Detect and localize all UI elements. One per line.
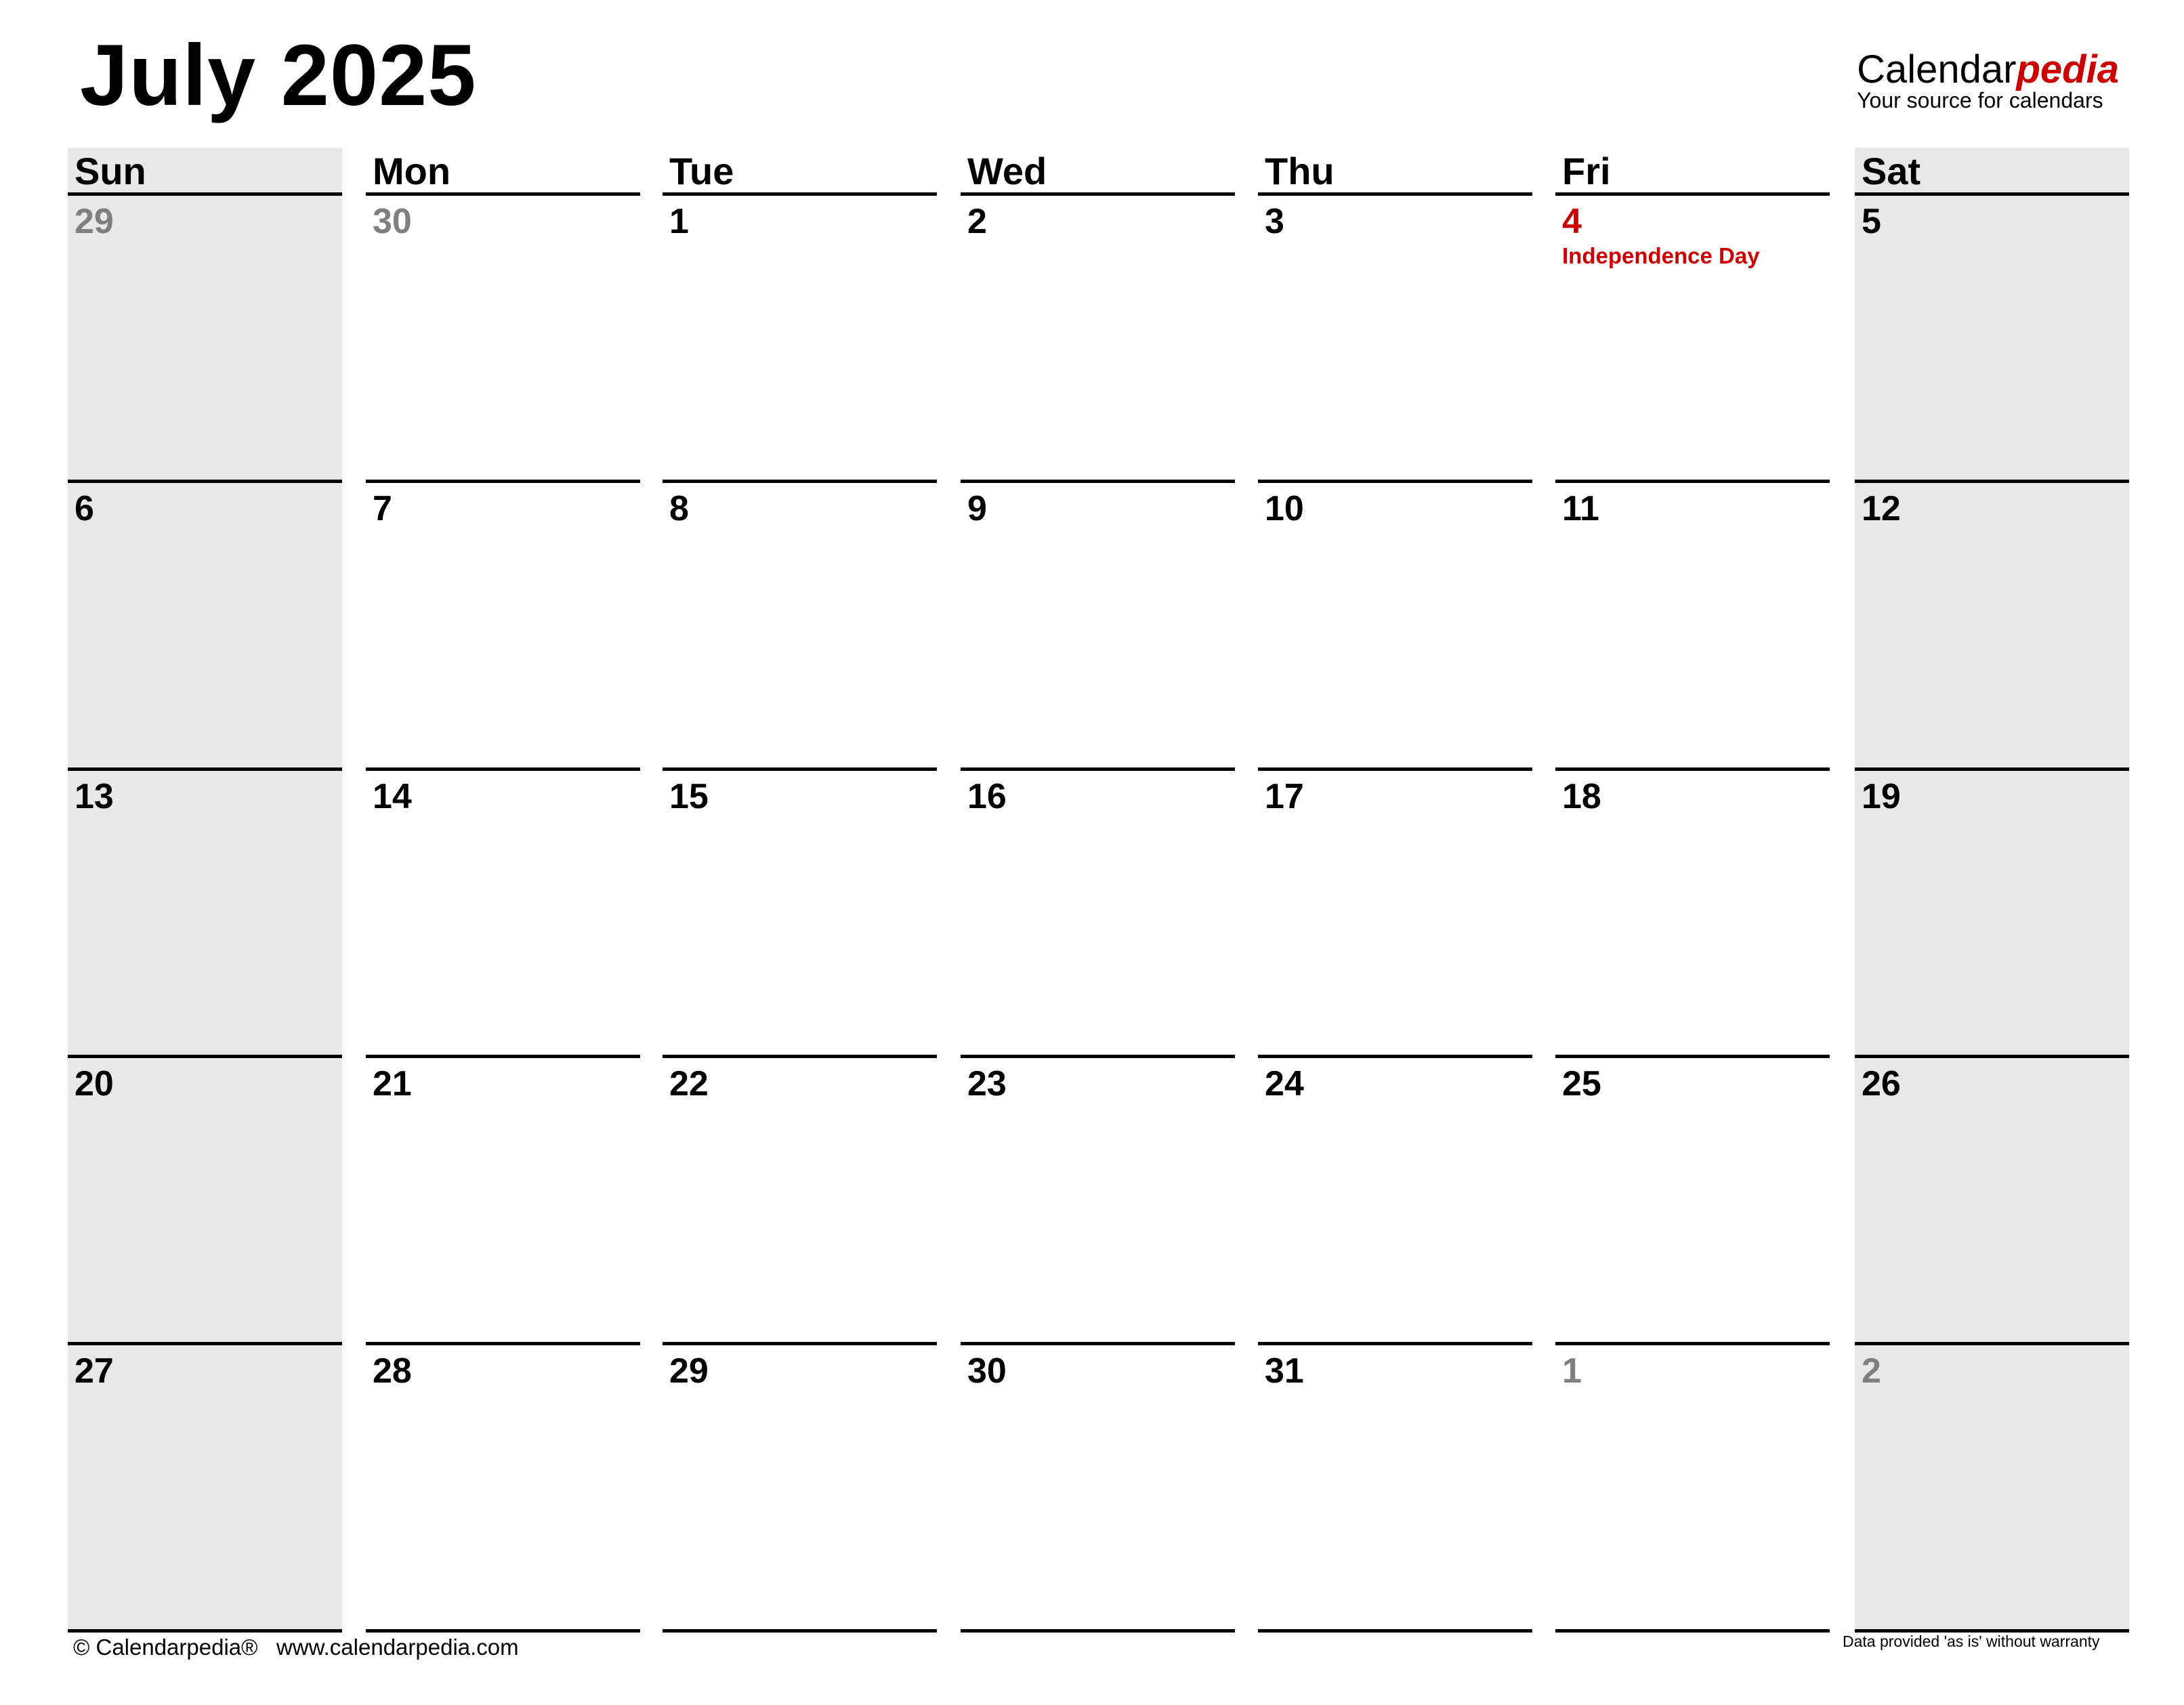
day-cell[interactable] (68, 1057, 342, 1344)
day-cell[interactable] (961, 1057, 1235, 1344)
day-cell[interactable] (1855, 1057, 2129, 1344)
weekday-header-mon: Mon (373, 150, 451, 192)
day-cell[interactable] (366, 1057, 640, 1344)
day-cell[interactable] (961, 194, 1235, 482)
day-cell[interactable] (68, 1344, 342, 1631)
day-cell[interactable] (366, 1344, 640, 1631)
day-cell[interactable] (961, 1344, 1235, 1631)
day-cell[interactable] (1555, 482, 1830, 769)
day-cell[interactable] (663, 1057, 937, 1344)
holiday-label: Independence Day (1562, 243, 1760, 268)
weekday-header-thu: Thu (1265, 150, 1335, 192)
weekday-header-sat: Sat (1862, 150, 1921, 192)
day-cell[interactable] (366, 482, 640, 769)
day-cell[interactable] (1855, 194, 2129, 482)
day-cell[interactable] (366, 194, 640, 482)
day-cell[interactable] (68, 770, 342, 1057)
footer-copyright: © Calendarpedia® www.calendarpedia.com (73, 1635, 519, 1660)
day-cell[interactable] (1258, 482, 1532, 769)
day-cell[interactable] (1555, 770, 1830, 1057)
calendar-grid: Sun Mon Tue Wed Thu Fri Sat 29 30 1 2 3 4 Independenc… (0, 0, 2184, 1705)
day-cell[interactable] (1258, 1057, 1532, 1344)
footer-disclaimer: Data provided 'as is' without warranty (1843, 1633, 2100, 1650)
weekday-header-tue: Tue (669, 150, 734, 192)
day-cell[interactable] (68, 482, 342, 769)
day-cell[interactable] (1855, 482, 2129, 769)
day-cell[interactable] (663, 482, 937, 769)
weekday-header-fri: Fri (1562, 150, 1611, 192)
day-cell[interactable] (663, 194, 937, 482)
day-cell[interactable] (1258, 770, 1532, 1057)
day-cell[interactable] (366, 770, 640, 1057)
day-cell[interactable] (663, 770, 937, 1057)
day-cell[interactable] (1258, 1344, 1532, 1631)
weekday-header-sun: Sun (75, 150, 146, 192)
day-cell[interactable] (1555, 194, 1830, 482)
day-cell[interactable] (1855, 770, 2129, 1057)
day-cell[interactable] (663, 1344, 937, 1631)
day-cell[interactable] (961, 482, 1235, 769)
day-cell[interactable] (1855, 1344, 2129, 1631)
day-cell[interactable] (1555, 1344, 1830, 1631)
day-cell[interactable] (1555, 1057, 1830, 1344)
day-cell[interactable] (961, 770, 1235, 1057)
day-cell[interactable] (1258, 194, 1532, 482)
day-cell[interactable] (68, 194, 342, 482)
weekday-header-wed: Wed (967, 150, 1047, 192)
